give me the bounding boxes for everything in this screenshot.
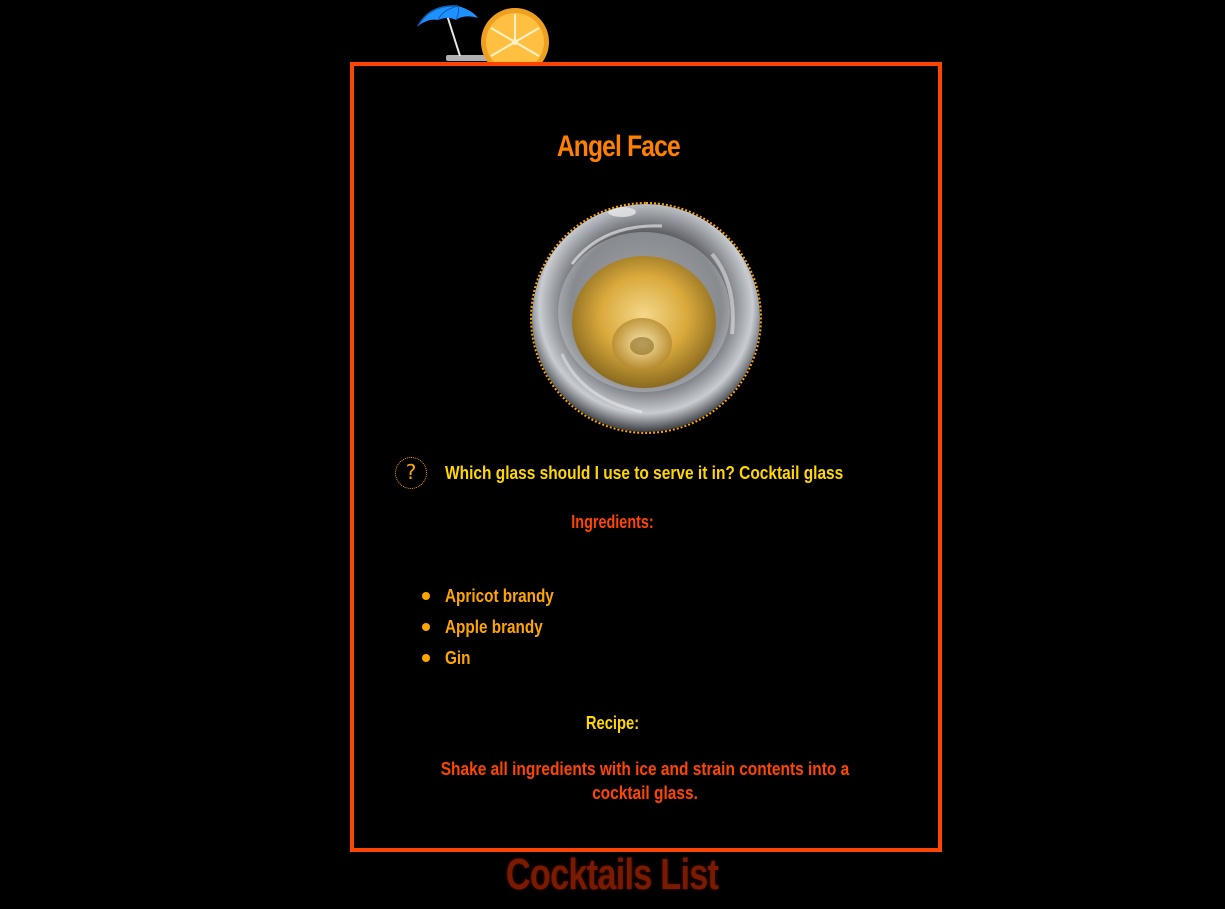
cocktails-list-label: Cocktails List xyxy=(506,850,719,899)
ingredients-heading: Ingredients: xyxy=(0,512,1225,533)
bullet-icon xyxy=(422,623,430,631)
cocktails-list-link[interactable]: Cocktails List xyxy=(0,850,1225,900)
list-item: Gin xyxy=(422,644,573,675)
recipe-heading-text: Recipe: xyxy=(585,713,640,733)
ingredient-text: Apricot brandy xyxy=(445,586,554,606)
list-item: Apricot brandy xyxy=(422,582,573,613)
ingredients-list: Apricot brandy Apple brandy Gin xyxy=(422,582,573,675)
bullet-icon xyxy=(422,654,430,662)
ingredients-heading-text: Ingredients: xyxy=(571,512,654,532)
recipe-heading: Recipe: xyxy=(0,713,1225,734)
drink-title: Angel Face xyxy=(556,130,681,163)
drink-photo xyxy=(530,202,762,434)
cocktail-decoration-icon xyxy=(417,5,549,62)
recipe-text: Shake all ingredients with ice and strai… xyxy=(395,757,895,805)
list-item: Apple brandy xyxy=(422,613,573,644)
glass-info: Which glass should I use to serve it in?… xyxy=(445,463,844,483)
page: Angel Face ? Which glass should I use to… xyxy=(0,0,1225,909)
ingredient-text: Apple brandy xyxy=(445,617,543,637)
drink-photo-image xyxy=(532,204,760,432)
ingredient-text: Gin xyxy=(445,648,471,668)
recipe-instructions: Shake all ingredients with ice and strai… xyxy=(440,759,850,803)
question-icon[interactable]: ? xyxy=(395,457,427,489)
bullet-icon xyxy=(422,592,430,600)
